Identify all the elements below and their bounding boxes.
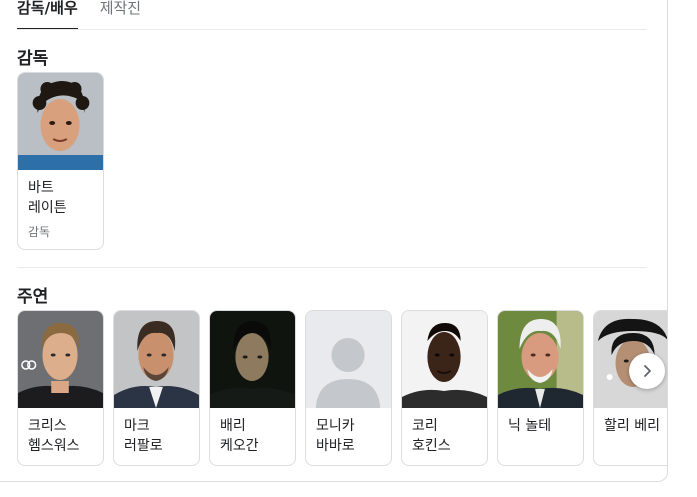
person-photo	[18, 73, 103, 170]
director-card-bart-layton[interactable]: 바트 레이튼 감독	[17, 72, 104, 250]
next-page-button[interactable]	[629, 353, 665, 389]
cast-card[interactable]: 할리 베리	[593, 310, 667, 466]
director-section-title: 감독	[17, 49, 49, 69]
person-photo	[18, 311, 103, 408]
tabs-divider	[17, 29, 647, 30]
person-photo	[210, 311, 295, 408]
person-name: 바트 레이튼	[28, 180, 67, 216]
person-silhouette-icon	[306, 311, 391, 408]
person-name: 닉 놀테	[508, 418, 552, 434]
cast-card[interactable]: 모니카 바바로	[305, 310, 392, 466]
cast-card[interactable]: 배리 케오간	[209, 310, 296, 466]
cast-card[interactable]: 마크 러팔로	[113, 310, 200, 466]
person-name: 할리 베리	[604, 418, 660, 434]
tab-director-cast[interactable]: 감독/배우	[17, 0, 78, 30]
person-photo	[498, 311, 583, 408]
cast-crew-panel: 감독/배우 제작진 감독 바트 레이튼 감독 주연 크리스 헴스워스 마크 러팔…	[0, 0, 668, 482]
cast-card[interactable]: 코리 호킨스	[401, 310, 488, 466]
person-name: 모니카 바바로	[316, 418, 355, 454]
person-photo	[114, 311, 199, 408]
chevron-right-icon	[644, 365, 651, 377]
person-photo	[402, 311, 487, 408]
cast-section-title: 주연	[17, 287, 49, 307]
person-name: 마크 러팔로	[124, 418, 163, 454]
tab-bar: 감독/배우 제작진	[17, 0, 141, 30]
section-divider	[17, 267, 647, 268]
tab-crew[interactable]: 제작진	[100, 0, 141, 30]
person-name: 배리 케오간	[220, 418, 259, 454]
person-name: 코리 호킨스	[412, 418, 451, 454]
person-name: 크리스 헴스워스	[28, 418, 80, 454]
person-role: 감독	[28, 225, 51, 239]
cast-card[interactable]: 크리스 헴스워스	[17, 310, 104, 466]
cast-card[interactable]: 닉 놀테	[497, 310, 584, 466]
